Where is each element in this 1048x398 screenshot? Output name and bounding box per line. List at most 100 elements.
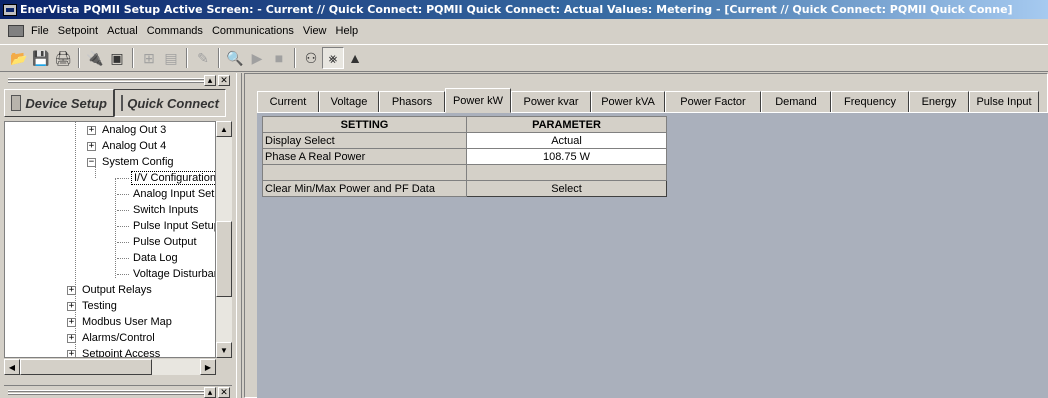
tree-item[interactable]: + Analog Out 4 — [87, 138, 168, 154]
system-menu-icon[interactable] — [8, 25, 24, 37]
tab-power-kva[interactable]: Power kVA — [591, 91, 665, 113]
edit-icon[interactable]: ✎ — [192, 47, 214, 69]
display-select-dropdown[interactable]: Actual — [466, 132, 667, 149]
tree-item[interactable]: + Testing — [67, 298, 119, 314]
scroll-left-button[interactable]: ◀ — [4, 359, 20, 375]
tab-voltage[interactable]: Voltage — [319, 91, 379, 113]
menu-bar: File Setpoint Actual Commands Communicat… — [0, 21, 1048, 41]
tree-item-label: Data Log — [133, 252, 178, 264]
tab-frequency[interactable]: Frequency — [831, 91, 909, 113]
tree-connector — [117, 257, 129, 259]
menu-help[interactable]: Help — [333, 25, 365, 37]
panel-close-button[interactable]: ✕ — [218, 75, 230, 86]
quick-connect-icon — [121, 95, 124, 111]
zoom-icon[interactable]: 🔍 — [224, 47, 246, 69]
tree-item[interactable]: + Setpoint Access — [67, 346, 162, 357]
tree-item[interactable]: + Output Relays — [67, 282, 154, 298]
tree-item-label: Pulse Input Setup — [133, 220, 216, 232]
left-tabs: Device Setup Quick Connect — [4, 89, 230, 117]
expand-icon[interactable]: + — [67, 333, 76, 343]
tree-item-label: Analog Out 4 — [102, 140, 167, 152]
panel-grip-lower[interactable] — [8, 390, 204, 396]
tab-quick-connect[interactable]: Quick Connect — [114, 89, 226, 117]
tree-item[interactable]: − System Config — [87, 154, 176, 170]
print-icon[interactable]: 🖨 — [52, 47, 74, 69]
save-icon[interactable]: 💾 — [30, 47, 52, 69]
tree-item[interactable]: Voltage Disturbance — [117, 266, 215, 282]
tree-item-label: I/V Configuration — [131, 171, 215, 185]
expand-icon[interactable]: + — [67, 317, 76, 327]
tree-item[interactable]: + Analog Out 3 — [87, 122, 168, 138]
panel-restore-button[interactable]: ▴ — [204, 75, 216, 86]
menu-view[interactable]: View — [300, 25, 333, 37]
tab-power-factor[interactable]: Power Factor — [665, 91, 761, 113]
tree-icon[interactable]: ⊞ — [138, 47, 160, 69]
play-icon[interactable]: ▶ — [246, 47, 268, 69]
main-content: Current Voltage Phasors Power kW Power kvar P… — [244, 73, 1048, 398]
expand-icon[interactable]: + — [67, 285, 76, 295]
scroll-down-button[interactable]: ▼ — [216, 342, 232, 358]
tab-energy[interactable]: Energy — [909, 91, 969, 113]
open-icon[interactable]: 📂 — [8, 47, 30, 69]
panel-header: ▴ ✕ — [4, 75, 232, 87]
lower-panel-restore-button[interactable]: ▴ — [204, 387, 216, 398]
scroll-right-button[interactable]: ▶ — [200, 359, 216, 375]
blank-row — [262, 164, 667, 181]
phase-a-real-power-value: 108.75 W — [466, 148, 667, 165]
device-icon[interactable]: ▣ — [106, 47, 128, 69]
tab-power-kw[interactable]: Power kW — [445, 88, 511, 113]
connect-icon[interactable]: 🔌 — [84, 47, 106, 69]
table-row: Display Select Actual — [262, 132, 667, 149]
collapse-icon[interactable]: − — [87, 157, 96, 167]
tab-power-kvar[interactable]: Power kvar — [511, 91, 591, 113]
toolbar-separator — [186, 48, 188, 68]
menu-commands[interactable]: Commands — [144, 25, 209, 37]
tree-item[interactable]: + Modbus User Map — [67, 314, 174, 330]
tree-connector — [117, 241, 129, 243]
header-setting: SETTING — [262, 116, 467, 133]
tab-phasors[interactable]: Phasors — [379, 91, 445, 113]
expand-icon[interactable]: + — [67, 349, 76, 357]
tree-item[interactable]: Data Log — [117, 250, 180, 266]
menu-actual[interactable]: Actual — [104, 25, 144, 37]
settings-grid: SETTING PARAMETER Display Select Actual … — [262, 116, 667, 197]
select-button[interactable]: Select — [466, 180, 667, 197]
stop-icon[interactable]: ■ — [268, 47, 290, 69]
title-bar: EnerVista PQMII Setup Active Screen: - C… — [0, 0, 1048, 19]
tree-item[interactable]: I/V Configuration — [117, 170, 215, 186]
tree-item-label: Voltage Disturbance — [133, 268, 215, 280]
scroll-up-button[interactable]: ▲ — [216, 121, 232, 137]
panel-splitter[interactable] — [236, 73, 242, 398]
toolbar-separator — [218, 48, 220, 68]
toolbar-separator — [78, 48, 80, 68]
tab-demand[interactable]: Demand — [761, 91, 831, 113]
left-panel: ▴ ✕ Device Setup Quick Connect + Analog O… — [0, 73, 236, 398]
menu-setpoint[interactable]: Setpoint — [55, 25, 104, 37]
tree-item-label: Testing — [82, 300, 117, 312]
tab-device-setup[interactable]: Device Setup — [4, 89, 114, 117]
tab-quick-connect-label: Quick Connect — [127, 95, 219, 111]
tree-horizontal-scrollbar[interactable]: ◀ ▶ — [4, 359, 216, 375]
expand-icon[interactable]: + — [87, 141, 96, 151]
binoculars-icon[interactable]: ⚇ — [300, 47, 322, 69]
tree-vertical-scrollbar[interactable]: ▲ ▼ — [216, 121, 232, 358]
expand-icon[interactable]: + — [87, 125, 96, 135]
horizontal-scroll-thumb[interactable] — [20, 359, 152, 375]
setting-phase-a-real-power: Phase A Real Power — [262, 148, 467, 165]
doc-icon[interactable]: ▤ — [160, 47, 182, 69]
tree-item[interactable]: Pulse Input Setup — [117, 218, 216, 234]
antenna-icon[interactable]: ⨳ — [322, 47, 344, 69]
lower-panel-close-button[interactable]: ✕ — [218, 387, 230, 398]
menu-communications[interactable]: Communications — [209, 25, 300, 37]
tab-pulse-input[interactable]: Pulse Input — [969, 91, 1039, 113]
panel-grip[interactable] — [8, 78, 204, 84]
tree-item[interactable]: Analog Input Setup — [117, 186, 215, 202]
vertical-scroll-thumb[interactable] — [216, 221, 232, 297]
tree-item[interactable]: Switch Inputs — [117, 202, 200, 218]
menu-file[interactable]: File — [28, 25, 55, 37]
expand-icon[interactable]: + — [67, 301, 76, 311]
triangle-icon[interactable]: ▲ — [344, 47, 366, 69]
tree-item[interactable]: + Alarms/Control — [67, 330, 157, 346]
tree-item[interactable]: Pulse Output — [117, 234, 199, 250]
tab-current[interactable]: Current — [257, 91, 319, 113]
